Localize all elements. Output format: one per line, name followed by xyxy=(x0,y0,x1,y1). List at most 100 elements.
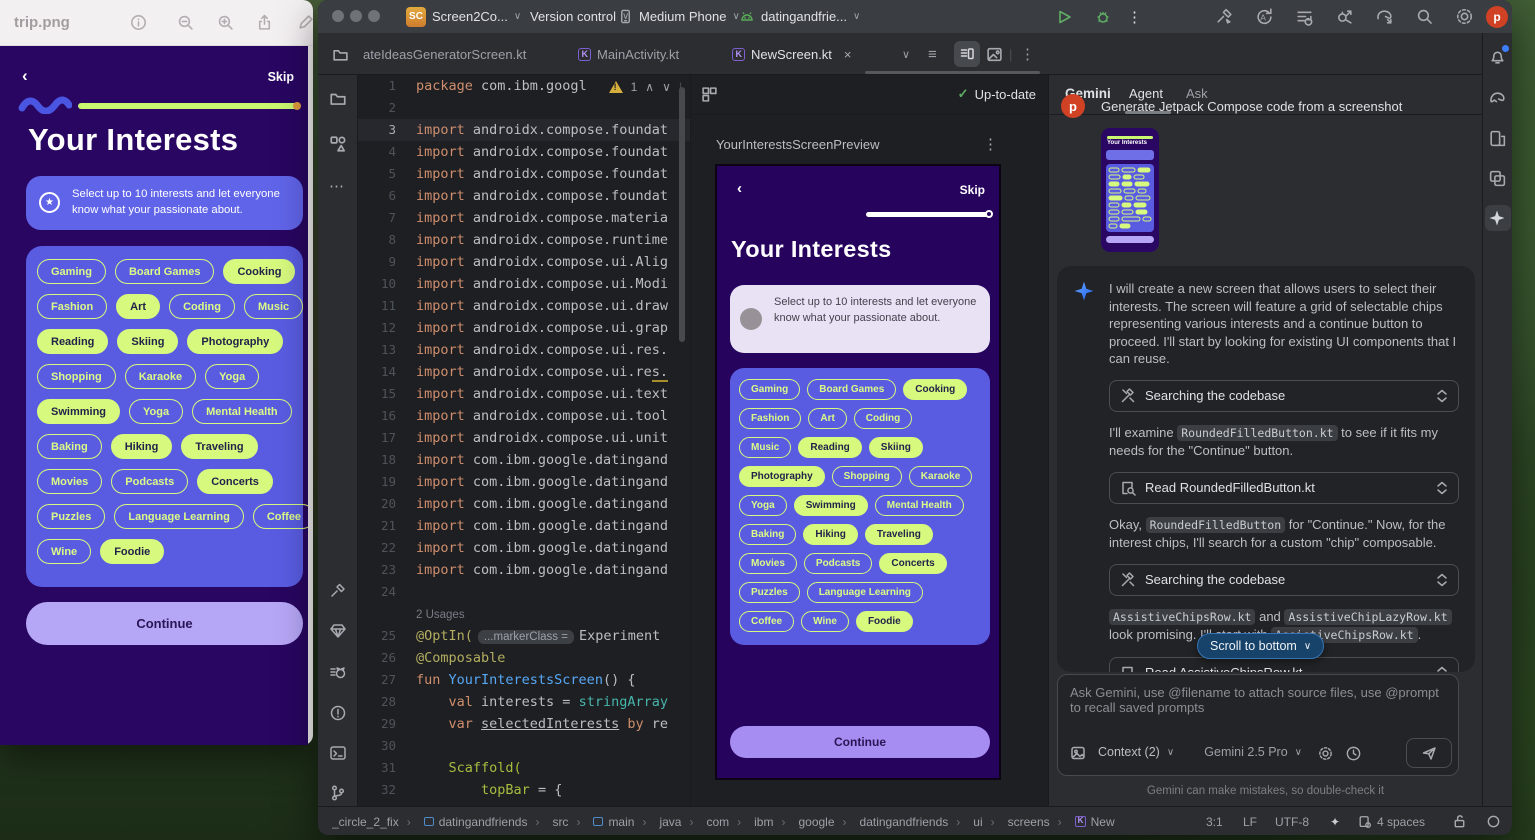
line-separator[interactable]: LF xyxy=(1243,807,1257,835)
tab-dateideasgeneratorscreen[interactable]: ateIdeasGeneratorScreen.kt xyxy=(363,33,526,75)
breadcrumb-item[interactable]: ui xyxy=(948,815,982,829)
attach-image-icon[interactable] xyxy=(1070,745,1086,761)
kotlin-file-icon xyxy=(732,48,745,61)
info-icon[interactable] xyxy=(130,14,147,31)
run-with-coverage-icon[interactable] xyxy=(1295,0,1314,33)
search-everywhere-icon[interactable] xyxy=(1415,0,1434,33)
code-editor[interactable]: 1 package com.ibm.googl 2 3 import andro… xyxy=(358,75,690,806)
tab-list-chevron-icon[interactable]: ∨ xyxy=(902,33,910,75)
breadcrumb-item[interactable]: _circle_2_fix xyxy=(332,815,399,829)
problems-icon[interactable] xyxy=(329,704,347,722)
progress-indicator-icon xyxy=(1486,807,1501,835)
preview-grid-layout-icon[interactable] xyxy=(701,86,718,103)
breadcrumb-item[interactable]: New xyxy=(1050,815,1115,829)
notifications-icon[interactable] xyxy=(1488,47,1507,66)
list-view-icon[interactable]: ≡ xyxy=(928,33,937,75)
prev-problem-icon[interactable]: ∧ xyxy=(645,80,654,94)
breadcrumb-item[interactable]: datingandfriends xyxy=(399,815,528,829)
project-icon[interactable] xyxy=(329,90,347,108)
run-configuration-selector[interactable]: datingandfrie...∨ xyxy=(739,0,860,33)
interest-chip: Foodie xyxy=(100,539,164,564)
logcat-icon[interactable] xyxy=(329,664,347,682)
profiler-icon[interactable] xyxy=(1335,0,1354,33)
breadcrumb-item[interactable]: com xyxy=(681,815,729,829)
rename-refactor-icon[interactable]: A xyxy=(1255,0,1274,33)
tool-call-searching-codebase[interactable]: Searching the codebase xyxy=(1109,564,1459,596)
tool-call-searching-codebase[interactable]: Searching the codebase xyxy=(1109,380,1459,412)
squiggle-decoration xyxy=(18,96,72,114)
breadcrumb-item[interactable]: datingandfriends xyxy=(835,815,949,829)
gemini-panel: Gemini Agent Ask p Generate Jetpack Comp… xyxy=(1048,75,1482,806)
project-selector[interactable]: SC Screen2Co...∨ xyxy=(406,0,521,33)
progress-bar xyxy=(866,212,991,217)
more-actions-icon[interactable]: ⋮ xyxy=(1127,0,1142,33)
design-view-icon[interactable] xyxy=(986,33,1003,75)
preview-name[interactable]: YourInterestsScreenPreview xyxy=(716,137,880,152)
indent-config[interactable]: 4 spaces xyxy=(1358,807,1425,835)
gradle-icon[interactable] xyxy=(1488,89,1507,108)
gemini-disclaimer: Gemini can make mistakes, so double-chec… xyxy=(1049,785,1482,797)
gemini-settings-icon[interactable] xyxy=(1317,745,1334,762)
build-icon[interactable] xyxy=(329,582,347,600)
code-line: 17 import androidx.compose.ui.unit xyxy=(358,427,690,449)
device-selector[interactable]: Medium Phone∨ xyxy=(618,0,740,33)
file-encoding[interactable]: UTF-8 xyxy=(1275,807,1309,835)
model-selector[interactable]: Gemini 2.5 Pro∨ xyxy=(1204,745,1302,759)
info-text: Select up to 10 interests and let everyo… xyxy=(774,295,980,326)
tab-mainactivity[interactable]: MainActivity.kt xyxy=(578,33,679,75)
user-avatar[interactable]: p xyxy=(1486,0,1508,33)
editor-scrollbar[interactable] xyxy=(679,87,685,342)
minimize-window-button[interactable] xyxy=(350,10,362,22)
interest-chip: Hiking xyxy=(803,524,858,545)
next-problem-icon[interactable]: ∨ xyxy=(662,80,671,94)
tools-icon xyxy=(1120,572,1136,588)
share-icon[interactable] xyxy=(256,14,273,31)
send-button[interactable] xyxy=(1406,738,1452,768)
ai-assistant-icon[interactable]: ✦ xyxy=(1330,807,1340,835)
scroll-to-bottom-button[interactable]: Scroll to bottom ∨ xyxy=(1197,633,1324,659)
running-devices-icon[interactable] xyxy=(1488,129,1507,148)
maximize-window-button[interactable] xyxy=(368,10,380,22)
terminal-icon[interactable] xyxy=(329,744,347,762)
app-insights-icon[interactable] xyxy=(329,622,347,640)
breadcrumb-item[interactable]: main xyxy=(568,815,634,829)
vcs-widget[interactable]: Version control∨ xyxy=(530,0,629,33)
breadcrumb-item[interactable]: java xyxy=(634,815,681,829)
context-selector[interactable]: Context (2)∨ xyxy=(1098,745,1174,759)
close-tab-icon[interactable]: × xyxy=(844,47,852,62)
gemini-icon[interactable] xyxy=(1488,209,1506,227)
run-icon[interactable] xyxy=(1055,0,1073,33)
history-icon[interactable] xyxy=(1345,745,1362,762)
tool-call-read-file[interactable]: Read RoundedFilledButton.kt xyxy=(1109,472,1459,504)
markup-pencil-icon[interactable] xyxy=(297,14,314,31)
device-manager-icon[interactable] xyxy=(1488,169,1507,188)
resource-manager-icon[interactable] xyxy=(329,135,347,153)
caret-position[interactable]: 3:1 xyxy=(1206,807,1223,835)
breadcrumb-item[interactable]: src xyxy=(527,815,568,829)
more-tools-icon[interactable]: ⋯ xyxy=(329,177,345,195)
version-control-branch-icon[interactable] xyxy=(329,784,347,802)
split-editor-icon[interactable] xyxy=(954,33,980,75)
screenshot-thumbnail[interactable]: Your Interests xyxy=(1101,128,1159,252)
zoom-in-icon[interactable] xyxy=(217,14,234,31)
tab-newscreen[interactable]: NewScreen.kt × xyxy=(732,33,852,75)
kebab-icon[interactable]: ⋮ xyxy=(1020,33,1035,75)
unlock-icon[interactable] xyxy=(1452,807,1467,835)
close-window-button[interactable] xyxy=(332,10,344,22)
interest-chip: Coding xyxy=(169,294,235,319)
project-tool-icon[interactable] xyxy=(332,33,349,75)
settings-icon[interactable] xyxy=(1455,0,1474,33)
gradle-sync-icon[interactable] xyxy=(1375,0,1394,33)
build-run-icon[interactable] xyxy=(1215,0,1234,33)
breadcrumb-item[interactable]: ibm xyxy=(729,815,773,829)
interest-chip: Art xyxy=(116,294,160,319)
back-icon: ‹ xyxy=(22,66,28,86)
tab-scrollbar[interactable] xyxy=(865,71,1040,74)
zoom-out-icon[interactable] xyxy=(177,14,194,31)
debug-icon[interactable] xyxy=(1094,0,1112,33)
breadcrumb-item[interactable]: screens xyxy=(983,815,1050,829)
inspection-widget[interactable]: 1 ∧ ∨ | xyxy=(609,78,682,96)
gemini-prompt-input[interactable] xyxy=(1058,675,1458,729)
preview-kebab-icon[interactable]: ⋮ xyxy=(983,135,998,153)
breadcrumb-item[interactable]: google xyxy=(773,815,834,829)
